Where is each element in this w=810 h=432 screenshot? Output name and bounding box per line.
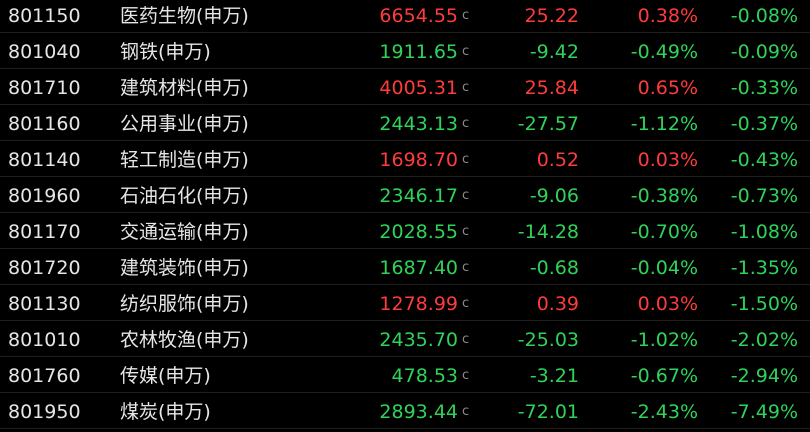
price-change: -9.06 — [529, 185, 579, 207]
price-change: 25.84 — [524, 77, 579, 99]
period-change-percent: -1.50% — [730, 293, 798, 315]
change-percent: 0.65% — [637, 77, 698, 99]
close-flag: c — [462, 224, 470, 239]
sector-name: 公用事业(申万) — [120, 113, 249, 135]
change-percent: 0.03% — [637, 149, 698, 171]
last-price: 4005.31 — [379, 77, 458, 99]
sector-code: 801040 — [8, 41, 81, 63]
change-percent: -0.67% — [630, 365, 698, 387]
table-row[interactable]: 801950 煤炭(申万) 2893.44 c -72.01 -2.43% -7.49% — [0, 396, 810, 429]
period-change-percent: -0.43% — [730, 149, 798, 171]
sector-code: 801960 — [8, 185, 81, 207]
sector-name: 煤炭(申万) — [120, 401, 211, 423]
price-change: -0.68 — [529, 257, 579, 279]
change-percent: 0.38% — [637, 5, 698, 27]
table-row[interactable]: 801130 纺织服饰(申万) 1278.99 c 0.39 0.03% -1.50% — [0, 288, 810, 321]
sector-name: 医药生物(申万) — [120, 5, 249, 27]
sector-name: 钢铁(申万) — [120, 41, 211, 63]
table-row[interactable]: 801760 传媒(申万) 478.53 c -3.21 -0.67% -2.94% — [0, 360, 810, 393]
period-change-percent: -0.37% — [730, 113, 798, 135]
change-percent: -0.70% — [630, 221, 698, 243]
sector-name: 交通运输(申万) — [120, 221, 249, 243]
sector-name: 建筑材料(申万) — [120, 77, 249, 99]
change-percent: -1.12% — [630, 113, 698, 135]
price-change: -14.28 — [517, 221, 579, 243]
close-flag: c — [462, 152, 470, 167]
period-change-percent: -0.09% — [730, 41, 798, 63]
close-flag: c — [462, 116, 470, 131]
price-change: -9.42 — [529, 41, 579, 63]
last-price: 2893.44 — [379, 401, 458, 423]
table-row[interactable]: 801040 钢铁(申万) 1911.65 c -9.42 -0.49% -0.09% — [0, 36, 810, 69]
sector-code: 801720 — [8, 257, 81, 279]
sector-name: 建筑装饰(申万) — [120, 257, 249, 279]
last-price: 6654.55 — [379, 5, 458, 27]
price-change: -27.57 — [517, 113, 579, 135]
sector-code: 801760 — [8, 365, 81, 387]
table-row[interactable]: 801960 石油石化(申万) 2346.17 c -9.06 -0.38% -0.73% — [0, 180, 810, 213]
close-flag: c — [462, 404, 470, 419]
sector-name: 轻工制造(申万) — [120, 149, 249, 171]
close-flag: c — [462, 332, 470, 347]
change-percent: -0.38% — [630, 185, 698, 207]
last-price: 1687.40 — [379, 257, 458, 279]
period-change-percent: -1.08% — [730, 221, 798, 243]
close-flag: c — [462, 44, 470, 59]
period-change-percent: -1.35% — [730, 257, 798, 279]
close-flag: c — [462, 368, 470, 383]
table-row[interactable]: 801150 医药生物(申万) 6654.55 c 25.22 0.38% -0.08% — [0, 0, 810, 33]
table-row[interactable]: 801710 建筑材料(申万) 4005.31 c 25.84 0.65% -0.33% — [0, 72, 810, 105]
sector-code: 801150 — [8, 5, 81, 27]
table-row[interactable]: 801160 公用事业(申万) 2443.13 c -27.57 -1.12% -0.37% — [0, 108, 810, 141]
table-row[interactable]: 801140 轻工制造(申万) 1698.70 c 0.52 0.03% -0.43% — [0, 144, 810, 177]
close-flag: c — [462, 188, 470, 203]
change-percent: -2.43% — [630, 401, 698, 423]
last-price: 1698.70 — [379, 149, 458, 171]
last-price: 478.53 — [391, 365, 458, 387]
period-change-percent: -0.08% — [730, 5, 798, 27]
table-row[interactable]: 801010 农林牧渔(申万) 2435.70 c -25.03 -1.02% -2.02% — [0, 324, 810, 357]
price-change: -25.03 — [517, 329, 579, 351]
change-percent: 0.03% — [637, 293, 698, 315]
sector-name: 纺织服饰(申万) — [120, 293, 249, 315]
period-change-percent: -7.49% — [730, 401, 798, 423]
price-change: 0.52 — [536, 149, 579, 171]
close-flag: c — [462, 8, 470, 23]
sector-code: 801710 — [8, 77, 81, 99]
sector-code: 801140 — [8, 149, 81, 171]
last-price: 1278.99 — [379, 293, 458, 315]
period-change-percent: -2.94% — [730, 365, 798, 387]
sector-name: 石油石化(申万) — [120, 185, 249, 207]
last-price: 1911.65 — [379, 41, 458, 63]
last-price: 2435.70 — [379, 329, 458, 351]
last-price: 2028.55 — [379, 221, 458, 243]
table-row[interactable]: 801720 建筑装饰(申万) 1687.40 c -0.68 -0.04% -1.35% — [0, 252, 810, 285]
close-flag: c — [462, 80, 470, 95]
period-change-percent: -2.02% — [730, 329, 798, 351]
last-price: 2346.17 — [379, 185, 458, 207]
sector-code: 801010 — [8, 329, 81, 351]
sector-name: 传媒(申万) — [120, 365, 211, 387]
change-percent: -1.02% — [630, 329, 698, 351]
sector-code: 801950 — [8, 401, 81, 423]
close-flag: c — [462, 296, 470, 311]
change-percent: -0.04% — [630, 257, 698, 279]
sector-code: 801160 — [8, 113, 81, 135]
close-flag: c — [462, 260, 470, 275]
last-price: 2443.13 — [379, 113, 458, 135]
price-change: 0.39 — [536, 293, 579, 315]
change-percent: -0.49% — [630, 41, 698, 63]
price-change: -3.21 — [529, 365, 579, 387]
period-change-percent: -0.73% — [730, 185, 798, 207]
price-change: 25.22 — [524, 5, 579, 27]
sector-code: 801170 — [8, 221, 81, 243]
table-row[interactable]: 801170 交通运输(申万) 2028.55 c -14.28 -0.70% -1.08% — [0, 216, 810, 249]
period-change-percent: -0.33% — [730, 77, 798, 99]
sector-name: 农林牧渔(申万) — [120, 329, 249, 351]
sector-code: 801130 — [8, 293, 81, 315]
sector-quote-table: 801150 医药生物(申万) 6654.55 c 25.22 0.38% -0.08% 80… — [0, 0, 810, 432]
price-change: -72.01 — [517, 401, 579, 423]
